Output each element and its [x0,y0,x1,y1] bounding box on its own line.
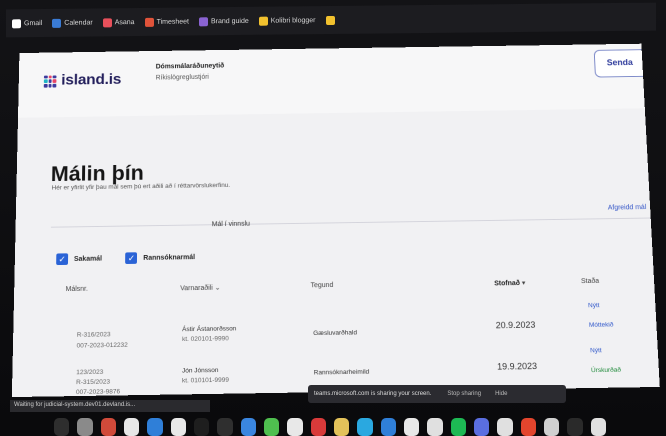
stop-sharing-button[interactable]: Stop sharing [447,391,481,397]
screen-sharing-bar: teams.microsoft.com is sharing your scre… [308,385,566,403]
bookmark-item[interactable]: Asana [102,17,135,27]
tab-completed-cases[interactable]: Afgreidd mál [608,204,647,211]
created-date: 19.9.2023 [496,361,538,372]
dock-app-icon[interactable] [170,418,186,436]
dock-app-icon[interactable] [333,418,350,436]
case-number: R-316/2023 [76,331,111,339]
dock-app-icon[interactable] [147,418,163,436]
bookmark-item[interactable]: Gmail [12,18,43,28]
column-label: Varnaraðili [180,284,213,293]
checkbox-checked-icon[interactable]: ✓ [56,253,69,266]
case-reference: 007-2023-9876 [75,388,121,397]
bookmark-label: Kolibri blogger [270,16,316,25]
sort-icon: ⌄ [214,284,221,292]
dock-app-icon[interactable] [497,418,513,436]
bookmark-favicon-icon [12,18,21,28]
bookmark-item[interactable]: Kolibri blogger [258,16,316,26]
logo-icon [43,75,57,88]
column-header-defendant[interactable]: Varnaraðili ⌄ [180,284,220,292]
status-badge: Úrskurðað [590,366,622,375]
bookmark-favicon-icon [102,17,112,27]
dock-app-icon[interactable] [520,418,536,436]
tab-active-cases[interactable]: Mál í vinnslu [212,221,250,228]
dock-app-icon[interactable] [123,418,140,436]
dock-app-icon[interactable] [403,418,420,436]
case-type: Rannsóknarheimild [313,368,370,377]
browser-status-bar: Waiting for judicial-system.dev01.devlan… [10,400,210,412]
case-number: 123/2023 [76,368,104,377]
column-header-created[interactable]: Stofnað ▾ [494,279,525,287]
photo-frame: Gmail Calendar Asana Timesheet Brand guide Ko… [0,0,666,436]
bookmark-label: Gmail [24,19,43,27]
dock-app-icon[interactable] [287,418,303,436]
checkbox-checked-icon[interactable]: ✓ [125,252,138,264]
organization-info: Dómsmálaráðuneytið Ríkislögreglustjóri [156,63,225,82]
defendant-id: kt. 020101-9990 [182,335,229,343]
defendant-name: Jón Jónsson [182,367,219,375]
bookmark-item[interactable]: Calendar [52,18,93,28]
status-badge: Nýtt [587,302,600,310]
bookmark-item[interactable]: Timesheet [144,17,189,27]
bookmark-label: Brand guide [210,17,249,25]
status-badge: Nýtt [589,347,602,355]
dock-app-icon[interactable] [193,418,210,436]
dock-app-icon[interactable] [77,418,93,436]
org-name: Dómsmálaráðuneytið [155,62,225,71]
dock-app-icon[interactable] [450,418,466,436]
bookmark-favicon-icon [325,15,335,25]
dock-app-icon[interactable] [357,418,373,436]
column-header-type[interactable]: Tegund [311,282,334,289]
sharing-message: teams.microsoft.com is sharing your scre… [314,391,432,397]
dock-app-icon[interactable] [263,418,280,436]
dock-app-icon[interactable] [310,418,326,436]
column-header-status[interactable]: Staða [581,278,599,285]
dock-app-icon[interactable] [427,418,443,436]
filter-rannsoknarmal[interactable]: ✓ Rannsóknarmál [125,251,196,264]
org-subname: Ríkislögreglustjóri [155,74,209,82]
browser-page: island.is Dómsmálaráðuneytið Ríkislögreg… [11,43,660,398]
sort-desc-icon: ▾ [521,280,526,287]
send-button[interactable]: Senda [593,49,649,78]
filter-sakamal[interactable]: ✓ Sakamál [56,253,102,266]
bookmark-favicon-icon [144,17,154,27]
column-header-malsnr[interactable]: Málsnr. [66,286,88,293]
bookmark-favicon-icon [52,18,62,28]
macos-dock [54,414,614,436]
bookmarks-bar: Gmail Calendar Asana Timesheet Brand guide Ko… [6,2,656,38]
case-reference-secondary: R-315/2023 [76,378,111,387]
filter-label: Sakamál [73,255,102,263]
bookmark-label: Timesheet [156,17,189,26]
island-logo[interactable]: island.is [43,71,122,90]
created-date: 20.9.2023 [495,319,536,331]
bookmark-item[interactable]: Brand guide [198,16,249,26]
tabs-divider [50,217,651,228]
dock-app-icon[interactable] [590,418,606,436]
case-reference: 007-2023-012232 [76,341,128,350]
dock-app-icon[interactable] [473,418,490,436]
hide-button[interactable]: Hide [495,391,507,397]
bookmark-favicon-icon [198,16,208,26]
logo-text: island.is [61,71,122,89]
dock-app-icon[interactable] [240,418,256,436]
bookmark-label: Calendar [64,18,93,27]
dock-app-icon[interactable] [54,418,70,436]
dock-app-icon[interactable] [543,418,560,436]
dock-app-icon[interactable] [217,418,233,436]
dock-app-icon[interactable] [100,418,116,436]
case-filters: ✓ Sakamál ✓ Rannsóknarmál [56,251,219,266]
defendant-id: kt. 010101-9999 [181,376,229,385]
dock-app-icon[interactable] [567,418,583,436]
bookmark-favicon-icon [258,16,268,26]
bookmark-item[interactable] [325,15,338,25]
column-label: Stofnað [494,280,521,288]
dock-app-icon[interactable] [380,418,396,436]
filter-label: Rannsóknarmál [143,253,196,262]
status-badge: Móttekið [588,321,614,329]
bookmark-label: Asana [114,18,135,26]
case-type: Gæsluvarðhald [313,329,358,338]
